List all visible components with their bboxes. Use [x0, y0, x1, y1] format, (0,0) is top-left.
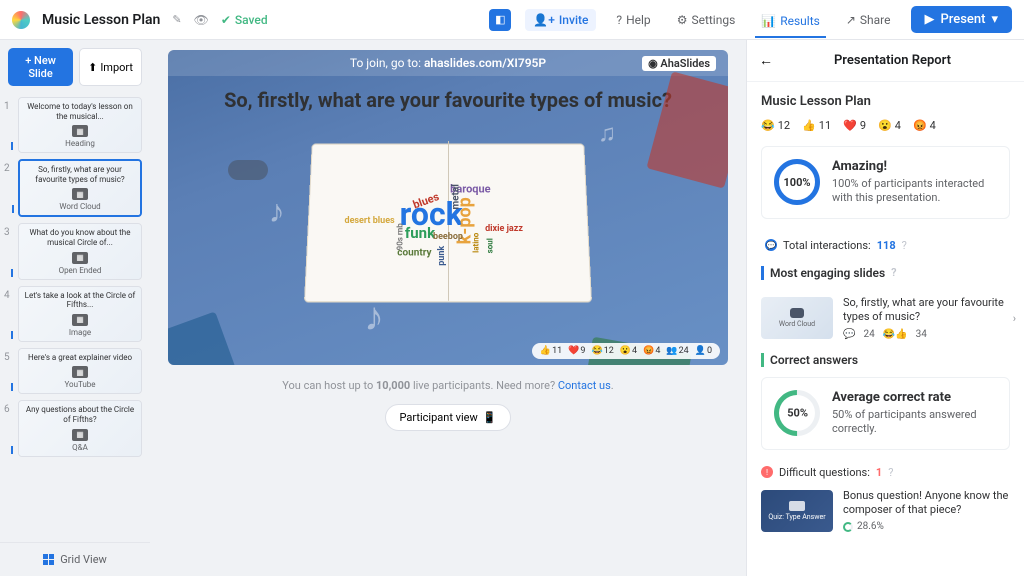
wordcloud-book: rockk-popfunkbluesbaroquemetalbeebopcoun… — [308, 140, 588, 300]
host-info: You can host up to 10,000 live participa… — [282, 379, 613, 392]
slide-thumbnails: 1 Welcome to today's lesson on the music… — [0, 94, 150, 542]
reaction-count: 👍 11 — [802, 119, 831, 132]
slide-reactions-bar: 👍11 ❤️9 😂12 😮4 😡4 👥24 👤0 — [532, 343, 720, 359]
logo — [12, 11, 30, 29]
slide-thumb[interactable]: Here's a great explainer video ▦ YouTube — [18, 348, 142, 395]
slide-question: So, firstly, what are your favourite typ… — [168, 76, 728, 116]
invite-button[interactable]: 👤+ Invite — [525, 9, 596, 31]
correct-desc: 50% of participants answered correctly. — [832, 408, 997, 437]
help-icon[interactable]: ? — [888, 466, 893, 479]
aha-logo: ◉ AhaSlides — [642, 56, 716, 71]
wordcloud-word: punk — [437, 246, 447, 266]
wordcloud-word: latino — [472, 233, 481, 253]
slide-thumb[interactable]: Welcome to today's lesson on the musical… — [18, 97, 142, 153]
reaction-count: 👍11 — [540, 346, 562, 356]
new-slide-button[interactable]: + New Slide — [8, 48, 73, 86]
reaction-count: 😂 12 — [761, 119, 790, 132]
wordcloud-word: 90s rnb — [396, 223, 405, 250]
react-icon: 😂👍 — [883, 328, 908, 341]
help-icon[interactable]: ? — [902, 239, 907, 252]
results-panel: ← Presentation Report Music Lesson Plan … — [746, 40, 1024, 576]
help-button[interactable]: ? Help — [610, 9, 656, 31]
slide-thumb[interactable]: Let's take a look at the Circle of Fifth… — [18, 286, 142, 342]
reaction-count: ❤️9 — [568, 346, 585, 356]
slide-thumb[interactable]: Any questions about the Circle of Fifths… — [18, 400, 142, 456]
chevron-right-icon[interactable]: › — [1013, 312, 1016, 325]
amazing-title: Amazing! — [832, 159, 997, 174]
wordcloud-word: funk — [405, 224, 435, 242]
share-button[interactable]: ↗ Share — [840, 9, 897, 31]
amazing-card: 100% Amazing! 100% of participants inter… — [761, 146, 1010, 219]
correct-title: Average correct rate — [832, 390, 997, 405]
grid-icon — [43, 554, 54, 565]
comment-icon: 💬 — [843, 328, 855, 341]
settings-button[interactable]: ⚙ Settings — [671, 9, 742, 31]
interaction-pct-circle: 100% — [774, 159, 820, 205]
grid-view-button[interactable]: Grid View — [0, 542, 150, 576]
reaction-count: 😂12 — [591, 346, 613, 356]
difficult-thumb: Quiz: Type Answer — [761, 490, 833, 532]
help-icon[interactable]: ? — [891, 266, 896, 279]
save-status: ✔ Saved — [221, 13, 268, 27]
decor-book — [168, 311, 236, 365]
reaction-count: ❤️ 9 — [843, 119, 866, 132]
present-button[interactable]: ▶ Present ▾ — [911, 6, 1013, 33]
engaging-thumb: Word Cloud — [761, 297, 833, 339]
music-note-icon: ♫ — [598, 119, 616, 148]
reaction-count: 😮4 — [620, 346, 637, 356]
music-note-icon: ♪ — [269, 192, 285, 230]
engaging-title: So, firstly, what are your favourite typ… — [843, 296, 1010, 325]
theme-icon[interactable]: ◧ — [489, 9, 511, 31]
reaction-count: 😡 4 — [913, 119, 936, 132]
decor-cloud — [228, 160, 268, 180]
sidebar: + New Slide ⬆ Import 1 Welcome to today'… — [0, 40, 150, 576]
phone-icon: 📱 — [483, 411, 497, 424]
edit-title-icon[interactable]: ✎ — [172, 13, 181, 26]
wordcloud-word: desert blues — [345, 215, 395, 225]
correct-rate-card: 50% Average correct rate 50% of particip… — [761, 377, 1010, 450]
reaction-count: 😡4 — [643, 346, 660, 356]
canvas-area: To join, go to: ahaslides.com/XI795P ◉ A… — [150, 40, 746, 576]
results-tab[interactable]: 📊 Results — [755, 10, 826, 38]
difficult-question-item[interactable]: Quiz: Type Answer Bonus question! Anyone… — [761, 489, 1010, 534]
wordcloud-word: soul — [486, 238, 495, 253]
back-arrow-icon[interactable]: ← — [759, 52, 773, 69]
difficult-title: Bonus question! Anyone know the composer… — [843, 489, 1010, 518]
engaging-section-head: Most engaging slides ? — [761, 266, 1010, 280]
wordcloud-word: beebop — [433, 231, 463, 241]
engaging-slide-item[interactable]: Word Cloud So, firstly, what are your fa… — [761, 290, 1010, 348]
slide-thumb[interactable]: So, firstly, what are your favourite typ… — [18, 159, 142, 217]
warning-icon: ! — [761, 466, 773, 478]
correct-pct-circle: 50% — [764, 381, 829, 446]
presentation-title[interactable]: Music Lesson Plan — [42, 12, 160, 28]
amazing-desc: 100% of participants interacted with thi… — [832, 177, 997, 206]
report-reactions: 😂 12 👍 11 ❤️ 9 😮 4 😡 4 — [761, 119, 1010, 132]
wordcloud-word: dixie jazz — [485, 223, 523, 233]
difficult-questions: ! Difficult questions: 1 ? — [761, 462, 1010, 489]
reaction-count: 😮 4 — [878, 119, 901, 132]
total-interactions: 💬 Total interactions: 118 ? — [761, 231, 1010, 260]
interaction-icon: 💬 — [765, 239, 777, 251]
panel-title: Presentation Report — [773, 53, 1012, 68]
visibility-icon[interactable]: 👁 — [194, 13, 209, 27]
wordcloud-word: metal — [451, 184, 462, 209]
participant-view-button[interactable]: Participant view 📱 — [385, 404, 512, 431]
slide-preview[interactable]: To join, go to: ahaslides.com/XI795P ◉ A… — [168, 50, 728, 365]
import-button[interactable]: ⬆ Import — [79, 48, 142, 86]
topbar: Music Lesson Plan ✎ 👁 ✔ Saved ◧ 👤+ Invit… — [0, 0, 1024, 40]
report-lesson-title: Music Lesson Plan — [761, 94, 1010, 109]
contact-link[interactable]: Contact us — [558, 379, 611, 392]
reaction-count: 👤0 — [695, 346, 712, 356]
slide-thumb[interactable]: What do you know about the musical Circl… — [18, 223, 142, 279]
reaction-count: 👥24 — [666, 346, 688, 356]
pct-circle-icon — [843, 522, 853, 532]
correct-section-head: Correct answers — [761, 353, 1010, 367]
